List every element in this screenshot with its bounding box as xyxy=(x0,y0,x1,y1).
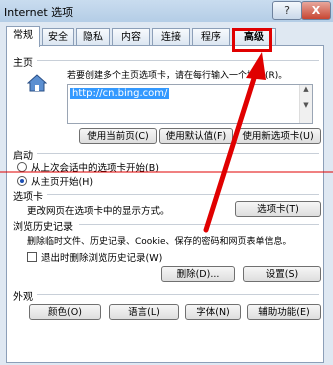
divider xyxy=(37,294,319,295)
history-desc: 删除临时文件、历史记录、Cookie、保存的密码和网页表单信息。 xyxy=(27,237,292,247)
startup-heading: 启动 xyxy=(13,151,33,162)
use-current-button[interactable]: 使用当前页(C) xyxy=(79,128,157,144)
title-bar: Internet 选项 ? X xyxy=(0,0,333,22)
history-heading: 浏览历史记录 xyxy=(13,222,73,233)
general-panel: 主页 若要创建多个主页选项卡，请在每行输入一个地址(R)。 http://cn.… xyxy=(6,45,324,363)
divider xyxy=(79,224,319,225)
fonts-button[interactable]: 字体(N) xyxy=(185,304,241,320)
help-button[interactable]: ? xyxy=(272,1,302,20)
home-icon xyxy=(27,74,47,92)
tabs-desc: 更改网页在选项卡中的显示方式。 xyxy=(27,206,170,217)
close-button[interactable]: X xyxy=(301,1,331,20)
divider xyxy=(47,194,319,195)
appearance-heading: 外观 xyxy=(13,292,33,303)
tab-privacy[interactable]: 隐私 xyxy=(76,28,110,45)
use-default-button[interactable]: 使用默认值(F) xyxy=(159,128,233,144)
homepage-textarea[interactable]: http://cn.bing.com/ ▲ ▼ xyxy=(67,84,313,124)
colors-button[interactable]: 颜色(O) xyxy=(29,304,101,320)
accessibility-button[interactable]: 辅助功能(E) xyxy=(247,304,321,320)
languages-button[interactable]: 语言(L) xyxy=(109,304,179,320)
tabs-heading: 选项卡 xyxy=(13,192,43,203)
tab-security[interactable]: 安全 xyxy=(42,28,74,45)
delete-on-exit-label: 退出时删除浏览历史记录(W) xyxy=(41,253,163,264)
use-new-tab-button[interactable]: 使用新选项卡(U) xyxy=(235,128,321,144)
tab-programs[interactable]: 程序 xyxy=(192,28,230,45)
history-settings-button[interactable]: 设置(S) xyxy=(243,266,321,282)
tab-content[interactable]: 内容 xyxy=(112,28,150,45)
scrollbar[interactable]: ▲ ▼ xyxy=(299,85,312,123)
tab-connections[interactable]: 连接 xyxy=(152,28,190,45)
window-title: Internet 选项 xyxy=(4,6,74,19)
divider xyxy=(37,153,319,154)
radio-last-session[interactable] xyxy=(17,162,27,172)
highlight-box xyxy=(232,28,272,52)
radio-home-page-label: 从主页开始(H) xyxy=(31,177,94,188)
homepage-url: http://cn.bing.com/ xyxy=(70,88,170,99)
home-hint: 若要创建多个主页选项卡，请在每行输入一个地址(R)。 xyxy=(67,71,288,81)
radio-home-page[interactable] xyxy=(17,176,27,186)
home-heading: 主页 xyxy=(13,58,33,69)
tab-general[interactable]: 常规 xyxy=(6,26,40,47)
divider xyxy=(37,60,319,61)
delete-on-exit-checkbox[interactable] xyxy=(27,252,37,262)
radio-last-session-label: 从上次会话中的选项卡开始(B) xyxy=(31,163,159,174)
tabs-settings-button[interactable]: 选项卡(T) xyxy=(235,201,321,217)
delete-history-button[interactable]: 删除(D)... xyxy=(161,266,235,282)
